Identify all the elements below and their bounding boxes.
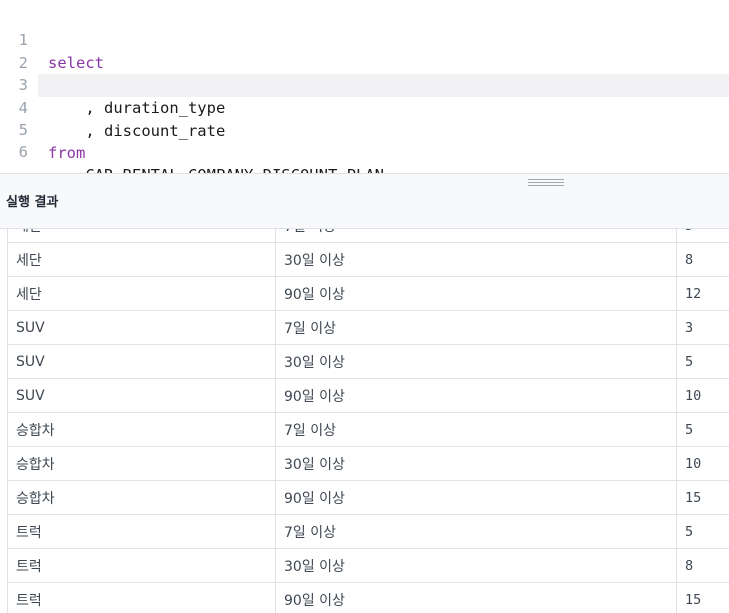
table-row: 트럭90일 이상15 bbox=[8, 583, 729, 613]
cell-duration-type: 7일 이상 bbox=[276, 311, 677, 345]
cell-discount-rate: 5 bbox=[677, 413, 729, 447]
cell-car-type: 트럭 bbox=[8, 549, 276, 583]
cell-discount-rate: 5 bbox=[677, 345, 729, 379]
cell-duration-type: 30일 이상 bbox=[276, 549, 677, 583]
cell-duration-type: 90일 이상 bbox=[276, 379, 677, 413]
cell-duration-type: 90일 이상 bbox=[276, 583, 677, 613]
cell-car-type: 트럭 bbox=[8, 515, 276, 549]
table-row: 세단30일 이상8 bbox=[8, 243, 729, 277]
cell-duration-type: 7일 이상 bbox=[276, 515, 677, 549]
cell-car-type: SUV bbox=[8, 379, 276, 413]
cell-discount-rate: 3 bbox=[677, 311, 729, 345]
table-row: 세단7일 이상5 bbox=[8, 228, 729, 243]
cell-discount-rate: 5 bbox=[677, 515, 729, 549]
table-row: 세단90일 이상12 bbox=[8, 277, 729, 311]
table-row: SUV30일 이상5 bbox=[8, 345, 729, 379]
cell-car-type: SUV bbox=[8, 345, 276, 379]
line-number: 3 bbox=[0, 74, 28, 97]
code-line[interactable]: 1 select bbox=[0, 6, 729, 29]
result-panel: 실행 결과 세단7일 이상5 세단30일 이상8 세단90일 이상12 SUV7… bbox=[0, 173, 729, 612]
cell-discount-rate: 15 bbox=[677, 481, 729, 515]
resize-handle[interactable] bbox=[528, 179, 564, 188]
cell-discount-rate: 8 bbox=[677, 243, 729, 277]
cell-discount-rate: 5 bbox=[677, 228, 729, 243]
table-row: SUV90일 이상10 bbox=[8, 379, 729, 413]
cell-duration-type: 30일 이상 bbox=[276, 345, 677, 379]
code-line[interactable]: 5 from bbox=[0, 96, 729, 119]
cell-car-type: 승합차 bbox=[8, 447, 276, 481]
code-line-active[interactable]: 4 , discount_rate bbox=[38, 74, 729, 97]
cell-duration-type: 30일 이상 bbox=[276, 243, 677, 277]
result-table: 세단7일 이상5 세단30일 이상8 세단90일 이상12 SUV7일 이상3 … bbox=[7, 228, 729, 613]
cell-car-type: 트럭 bbox=[8, 583, 276, 613]
cell-discount-rate: 8 bbox=[677, 549, 729, 583]
cell-car-type: 세단 bbox=[8, 228, 276, 243]
cell-duration-type: 30일 이상 bbox=[276, 447, 677, 481]
code-line[interactable]: 3 , duration_type bbox=[0, 51, 729, 74]
cell-car-type: SUV bbox=[8, 311, 276, 345]
line-number: 6 bbox=[0, 141, 28, 164]
table-row: SUV7일 이상3 bbox=[8, 311, 729, 345]
cell-discount-rate: 10 bbox=[677, 379, 729, 413]
code-line[interactable]: 6 CAR_RENTAL_COMPANY_DISCOUNT_PLAN bbox=[0, 118, 729, 141]
cell-car-type: 승합차 bbox=[8, 413, 276, 447]
cell-duration-type: 90일 이상 bbox=[276, 277, 677, 311]
sql-keyword: from bbox=[48, 144, 85, 162]
cell-discount-rate: 10 bbox=[677, 447, 729, 481]
table-row: 트럭30일 이상8 bbox=[8, 549, 729, 583]
table-row: 승합차7일 이상5 bbox=[8, 413, 729, 447]
cell-duration-type: 7일 이상 bbox=[276, 413, 677, 447]
result-table-viewport[interactable]: 세단7일 이상5 세단30일 이상8 세단90일 이상12 SUV7일 이상3 … bbox=[0, 228, 729, 613]
table-row: 승합차30일 이상10 bbox=[8, 447, 729, 481]
table-row: 트럭7일 이상5 bbox=[8, 515, 729, 549]
cell-duration-type: 7일 이상 bbox=[276, 228, 677, 243]
cell-discount-rate: 15 bbox=[677, 583, 729, 613]
result-title: 실행 결과 bbox=[6, 191, 58, 210]
code-line[interactable]: 2 car_type bbox=[0, 29, 729, 52]
table-row: 승합차90일 이상15 bbox=[8, 481, 729, 515]
cell-car-type: 승합차 bbox=[8, 481, 276, 515]
cell-car-type: 세단 bbox=[8, 243, 276, 277]
cell-car-type: 세단 bbox=[8, 277, 276, 311]
cell-duration-type: 90일 이상 bbox=[276, 481, 677, 515]
cell-discount-rate: 12 bbox=[677, 277, 729, 311]
code-editor[interactable]: 1 select 2 car_type 3 , duration_type 4 … bbox=[0, 0, 729, 173]
